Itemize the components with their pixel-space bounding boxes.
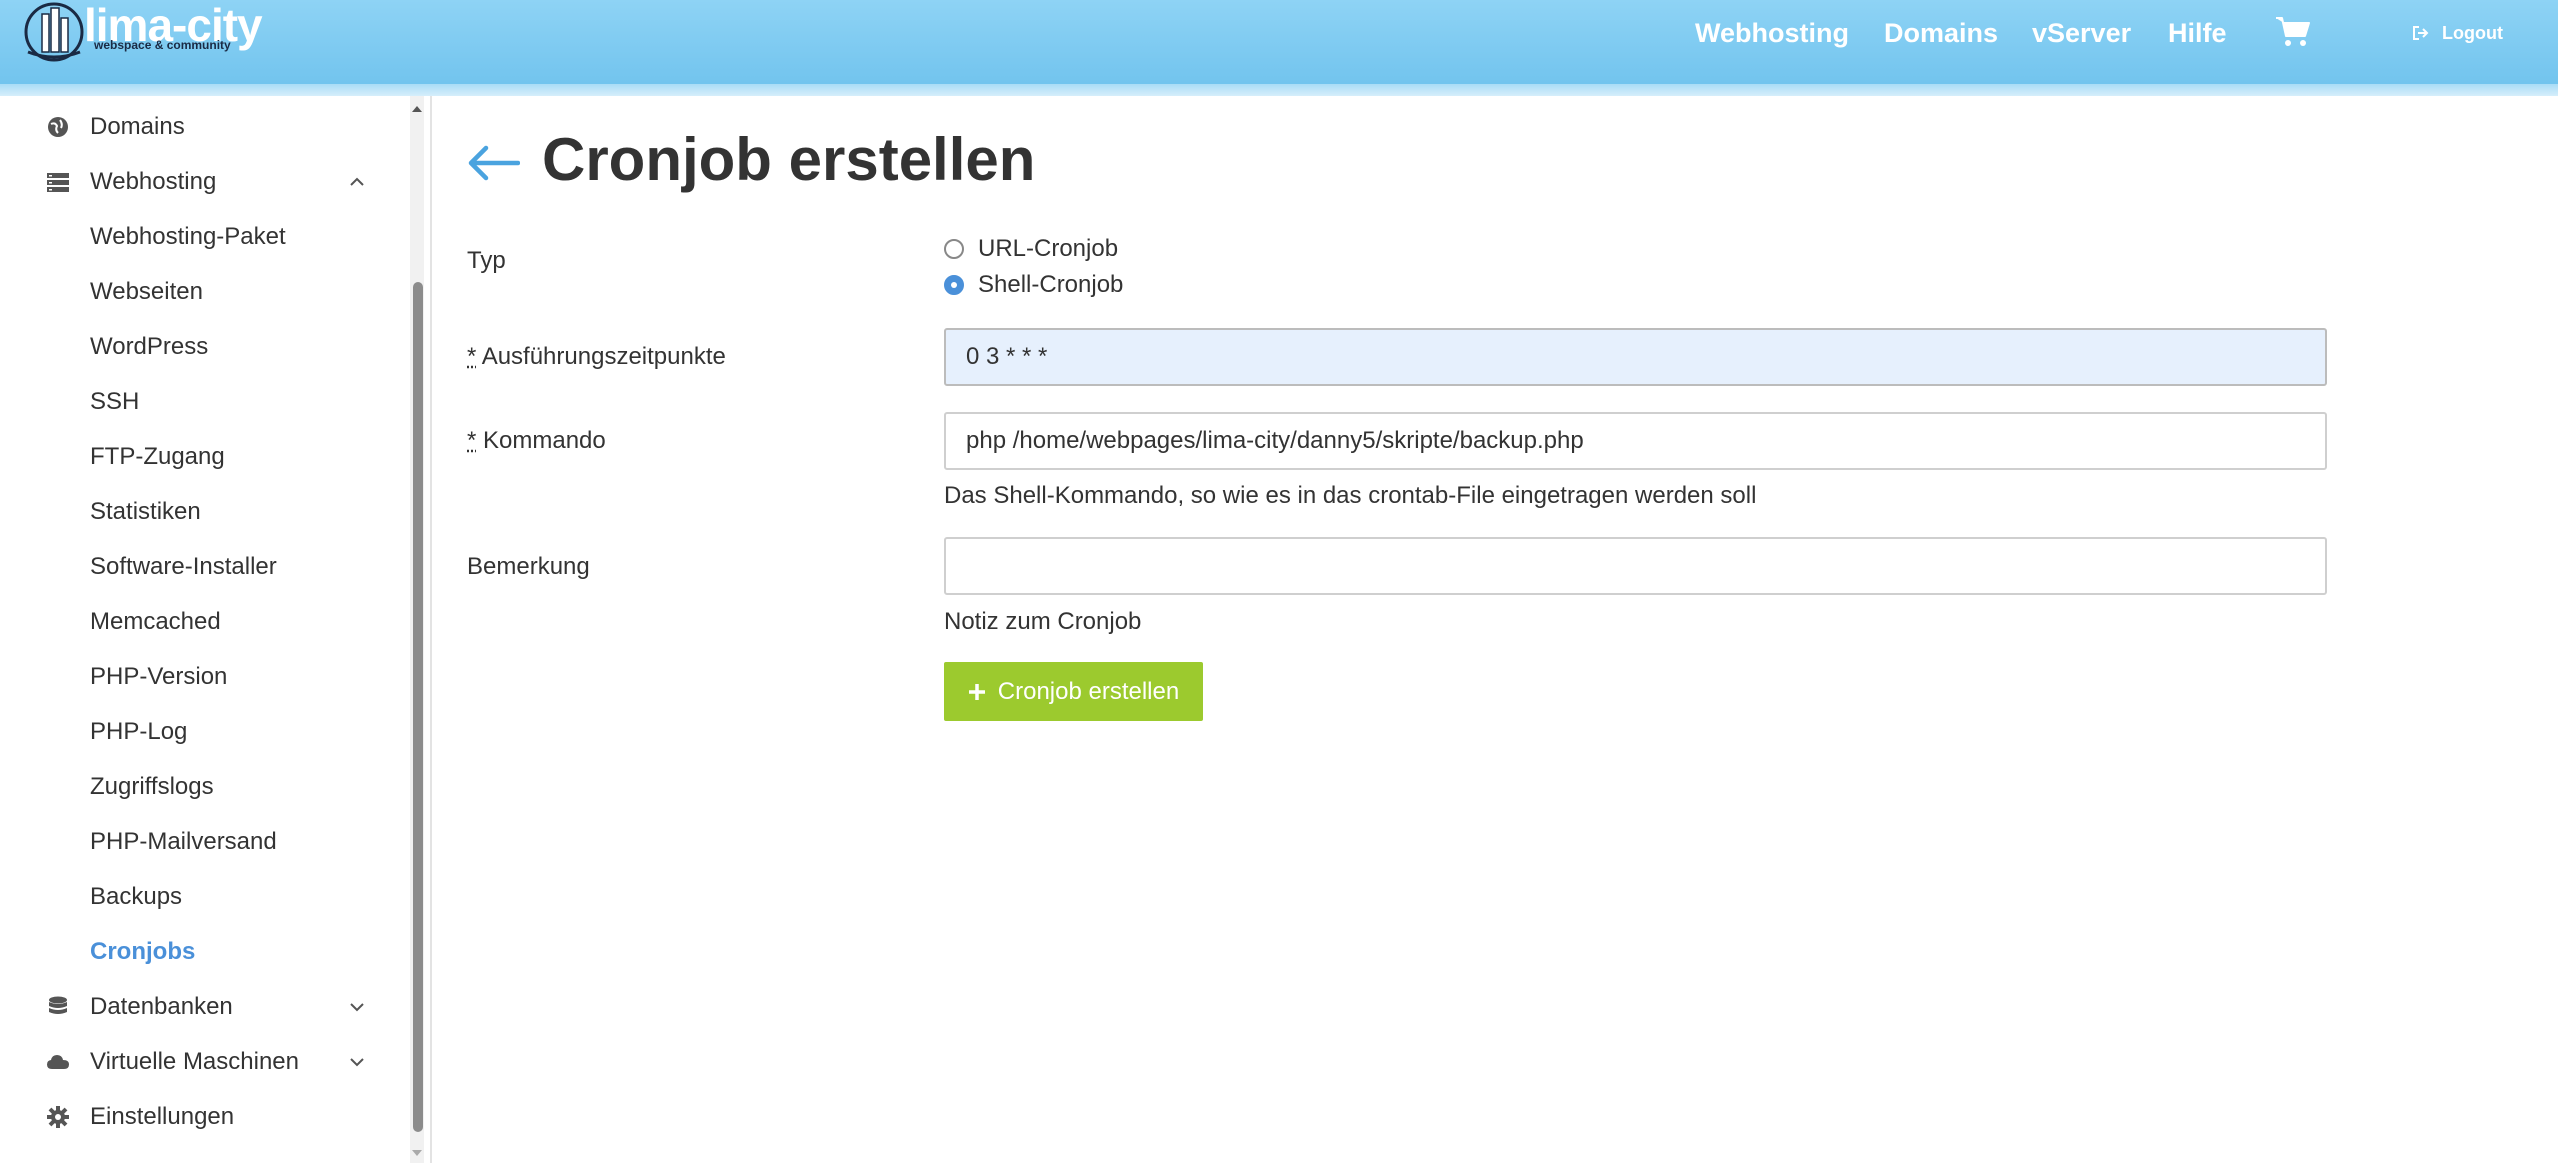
- database-icon: [49, 996, 67, 1014]
- sidebar-item-label: Domains: [90, 112, 185, 140]
- nav-webhosting[interactable]: Webhosting: [1695, 0, 1849, 66]
- top-header: lima-city webspace & community Webhostin…: [0, 0, 2558, 84]
- chevron-down-icon[interactable]: [348, 1001, 366, 1013]
- sidebar-sub-label: SSH: [90, 387, 140, 415]
- sidebar-item-datenbanken[interactable]: Datenbanken: [0, 979, 400, 1034]
- sidebar-item-cronjobs[interactable]: Cronjobs: [0, 924, 400, 979]
- sidebar-scroll-thumb[interactable]: [413, 282, 423, 1132]
- server-icon: [47, 172, 69, 192]
- sidebar-item-backups[interactable]: Backups: [0, 869, 400, 924]
- sidebar-sub-label: Zugriffslogs: [90, 772, 214, 800]
- sidebar-item-label: Datenbanken: [90, 992, 233, 1020]
- radio-shell-cronjob[interactable]: Shell-Cronjob: [944, 271, 1123, 299]
- create-cronjob-label: Cronjob erstellen: [997, 677, 1180, 705]
- kommando-help-text: Das Shell-Kommando, so wie es in das cro…: [944, 482, 1757, 509]
- sidebar-item-label: Webhosting: [90, 167, 217, 195]
- sidebar-item-virtuelle-maschinen[interactable]: Virtuelle Maschinen: [0, 1034, 400, 1089]
- nav-hilfe[interactable]: Hilfe: [2168, 0, 2227, 66]
- radio-url-cronjob[interactable]: URL-Cronjob: [944, 235, 1118, 263]
- header-strip: [0, 84, 2558, 96]
- sidebar-sub-label: WordPress: [90, 332, 209, 360]
- sidebar-sub-label: Webseiten: [90, 277, 203, 305]
- sidebar-item-einstellungen[interactable]: Einstellungen: [0, 1089, 400, 1144]
- kommando-label-text: Kommando: [483, 427, 606, 454]
- create-cronjob-button[interactable]: Cronjob erstellen: [944, 662, 1203, 721]
- sidebar-item-webseiten[interactable]: Webseiten: [0, 264, 400, 319]
- sidebar-sub-label: PHP-Mailversand: [90, 827, 277, 855]
- logo-tagline: webspace & community: [94, 38, 231, 52]
- sidebar-item-php-log[interactable]: PHP-Log: [0, 704, 400, 759]
- logo-building-icon: [24, 2, 84, 62]
- typ-label: Typ: [467, 247, 506, 274]
- scroll-down-arrow-icon[interactable]: [410, 1146, 424, 1160]
- sidebar-sub-label: PHP-Log: [90, 717, 188, 745]
- radio-label: Shell-Cronjob: [978, 271, 1124, 298]
- plus-icon: [968, 683, 985, 700]
- sidebar-item-statistiken[interactable]: Statistiken: [0, 484, 400, 539]
- logo[interactable]: lima-city webspace & community: [22, 0, 263, 70]
- sidebar-item-webhosting[interactable]: Webhosting: [0, 154, 400, 209]
- bemerkung-input[interactable]: [944, 537, 2327, 595]
- sidebar-sub-label: Backups: [90, 882, 183, 910]
- cloud-icon: [47, 1054, 69, 1069]
- sidebar-item-php-mailversand[interactable]: PHP-Mailversand: [0, 814, 400, 869]
- radio-button[interactable]: [944, 239, 964, 259]
- required-mark: *: [467, 343, 477, 370]
- sidebar-item-php-version[interactable]: PHP-Version: [0, 649, 400, 704]
- sidebar: Domains Webhosting Webhosting-Paket Webs…: [0, 96, 432, 1163]
- sidebar-item-memcached[interactable]: Memcached: [0, 594, 400, 649]
- bemerkung-label: Bemerkung: [467, 553, 590, 580]
- sidebar-sub-label: Statistiken: [90, 497, 201, 525]
- sidebar-sub-label: PHP-Version: [90, 662, 228, 690]
- sidebar-sub-label: Software-Installer: [90, 552, 277, 580]
- sign-out-icon: [2413, 26, 2429, 40]
- cart-icon[interactable]: [2275, 14, 2311, 48]
- back-arrow-icon[interactable]: [466, 136, 520, 190]
- sidebar-sub-label: Webhosting-Paket: [90, 222, 286, 250]
- sidebar-item-ssh[interactable]: SSH: [0, 374, 400, 429]
- zeit-label-text: Ausführungszeitpunkte: [481, 343, 726, 370]
- sidebar-item-zugriffslogs[interactable]: Zugriffslogs: [0, 759, 400, 814]
- bemerkung-help-text: Notiz zum Cronjob: [944, 608, 1142, 635]
- logout-button[interactable]: Logout: [2412, 0, 2503, 66]
- nav-vserver[interactable]: vServer: [2032, 0, 2131, 66]
- gear-icon: [47, 1105, 69, 1128]
- sidebar-item-webhosting-paket[interactable]: Webhosting-Paket: [0, 209, 400, 264]
- kommando-input[interactable]: php /home/webpages/lima-city/danny5/skri…: [944, 412, 2327, 470]
- kommando-label: * Kommando: [467, 427, 606, 455]
- globe-icon: [48, 116, 68, 137]
- sidebar-item-ftp-zugang[interactable]: FTP-Zugang: [0, 429, 400, 484]
- chevron-down-icon[interactable]: [348, 1056, 366, 1068]
- radio-label: URL-Cronjob: [978, 235, 1119, 262]
- zeit-label: * Ausführungszeitpunkte: [467, 343, 726, 371]
- required-mark: *: [467, 427, 477, 454]
- sidebar-item-label: Virtuelle Maschinen: [90, 1047, 300, 1075]
- sidebar-item-domains[interactable]: Domains: [0, 99, 400, 154]
- nav-domains[interactable]: Domains: [1884, 0, 1998, 66]
- sidebar-sub-label: Memcached: [90, 607, 221, 635]
- scroll-up-arrow-icon[interactable]: [410, 102, 424, 116]
- sidebar-item-software-installer[interactable]: Software-Installer: [0, 539, 400, 594]
- sidebar-item-label: Einstellungen: [90, 1102, 235, 1130]
- radio-button-checked[interactable]: [944, 275, 964, 295]
- logout-label: Logout: [2442, 22, 2503, 43]
- sidebar-sub-label: Cronjobs: [90, 937, 196, 965]
- chevron-up-icon[interactable]: [348, 176, 366, 188]
- zeit-input[interactable]: 0 3 * * *: [944, 328, 2327, 386]
- page-title: Cronjob erstellen: [542, 126, 1036, 193]
- sidebar-sub-label: FTP-Zugang: [90, 442, 225, 470]
- sidebar-item-wordpress[interactable]: WordPress: [0, 319, 400, 374]
